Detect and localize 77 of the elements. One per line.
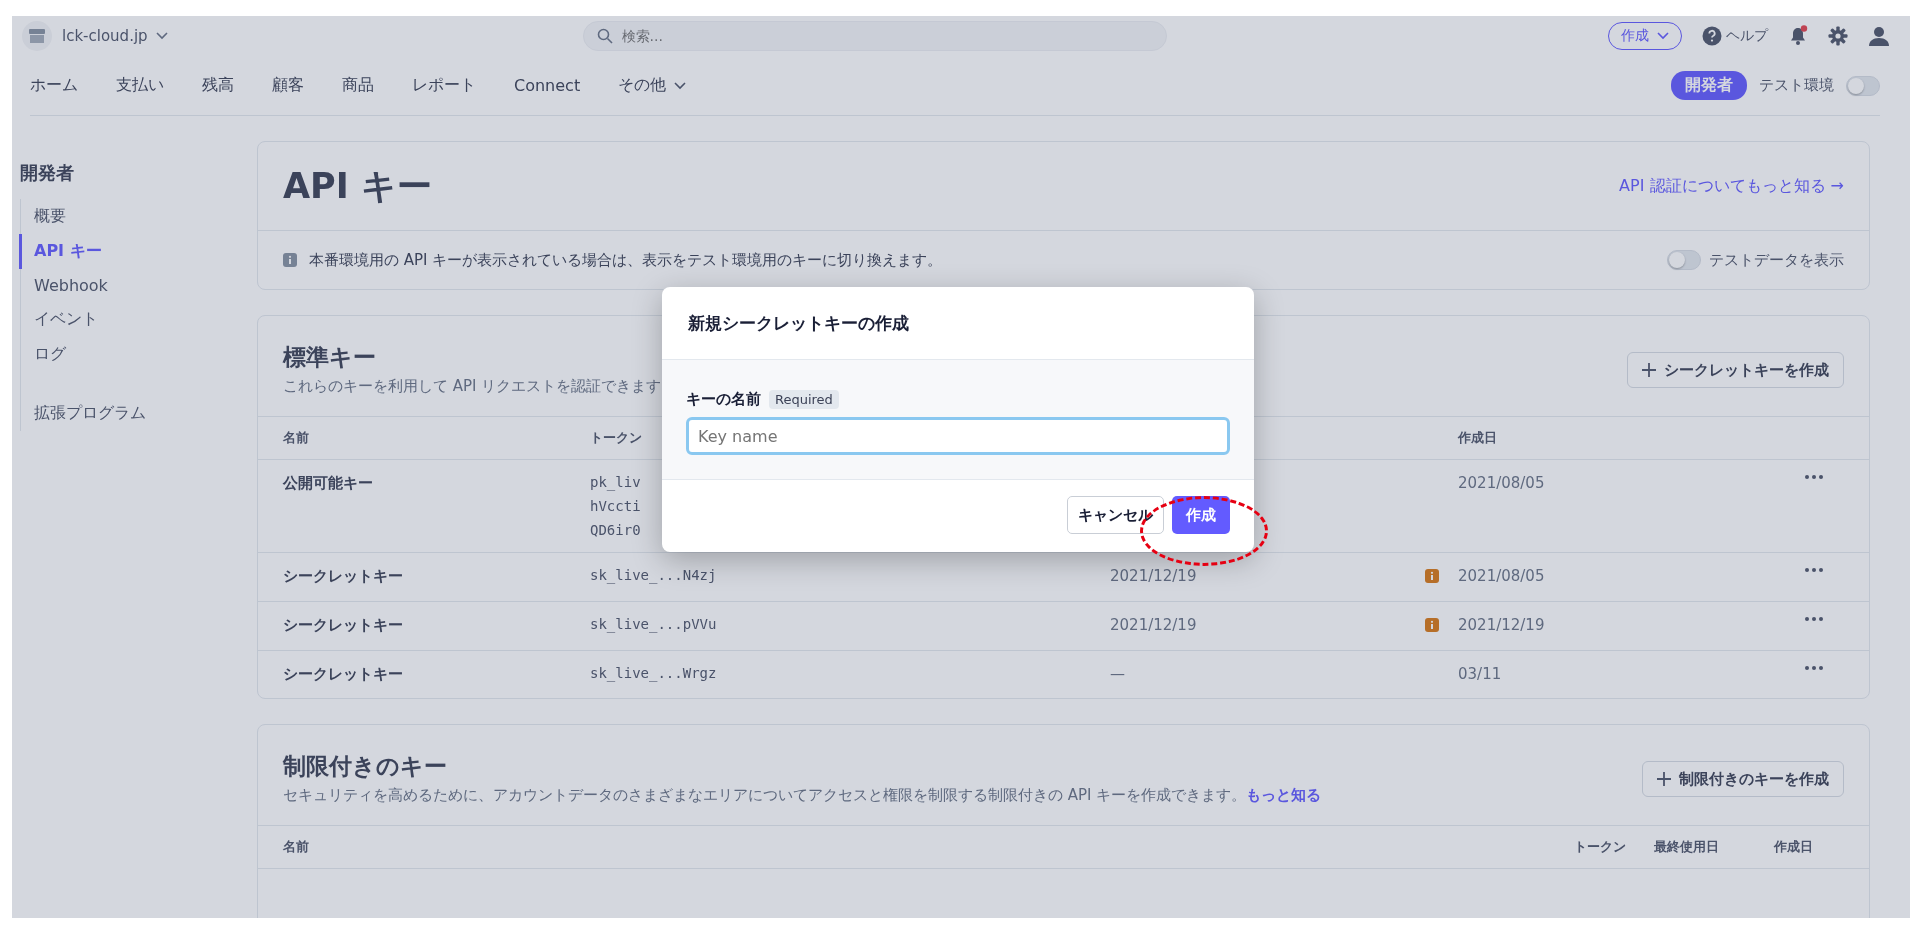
key-token: sk_live_...Wrgz (590, 665, 718, 681)
column-header: 作成日 (1774, 838, 1813, 856)
section-title: 制限付きのキー (283, 752, 448, 781)
created-date: 2021/12/19 (1458, 616, 1546, 634)
nav-link[interactable]: 顧客 (272, 75, 304, 96)
info-icon (283, 253, 297, 267)
learn-more-link[interactable]: もっと知る (1246, 786, 1322, 804)
nav-menu[interactable]: その他 (618, 75, 687, 96)
column-header: 作成日 (1458, 429, 1497, 447)
info-text: 本番環境用の API キーが表示されている場合は、表示をテスト環境用のキーに切り換えます。 (309, 250, 943, 270)
sidebar-item[interactable]: 概要 (19, 199, 257, 234)
nav-link[interactable]: レポート (412, 75, 476, 96)
bell-icon[interactable] (1788, 25, 1808, 47)
key-token: hVccti (590, 498, 642, 514)
nav-link[interactable]: 商品 (342, 75, 374, 96)
user-icon[interactable] (1868, 26, 1890, 46)
learn-more-link[interactable]: API 認証についてもっと知る → (1619, 175, 1844, 197)
search-field[interactable]: 検索... (582, 21, 1167, 51)
column-header: 最終使用日 (1654, 838, 1719, 856)
page-title: API キー (283, 164, 432, 208)
key-token: pk_liv (590, 474, 642, 490)
chevron-down-icon (674, 81, 687, 90)
key-name: シークレットキー (283, 665, 404, 684)
last-used-date: — (1110, 665, 1126, 683)
key-token: sk_live_...N4zj (590, 567, 718, 583)
toggle-switch[interactable] (1846, 75, 1880, 96)
store-icon (28, 28, 46, 44)
cancel-button[interactable]: キャンセル (1067, 496, 1164, 534)
created-date: 2021/08/05 (1458, 567, 1546, 585)
more-icon[interactable] (1804, 665, 1824, 671)
key-token: QD6ir0 (590, 522, 642, 538)
chevron-down-icon (1657, 32, 1669, 40)
last-used-date: 2021/12/19 (1110, 567, 1198, 585)
column-header: トークン (1574, 838, 1626, 856)
toggle-label: テストデータを表示 (1709, 250, 1844, 270)
create-key-button[interactable]: 制限付きのキーを作成 (1642, 761, 1844, 797)
last-used-date: 2021/12/19 (1110, 616, 1198, 634)
settings-icon[interactable] (1828, 26, 1848, 46)
sidebar-item[interactable]: イベント (19, 302, 257, 337)
column-header: トークン (590, 429, 642, 447)
nav-link[interactable]: 残高 (202, 75, 234, 96)
created-date: 03/11 (1458, 665, 1503, 683)
sidebar-item[interactable]: 拡張プログラム (19, 396, 257, 431)
account-switcher[interactable]: lck-cloud.jp (62, 27, 168, 45)
key-token: sk_live_...pVVu (590, 616, 718, 632)
field-label: キーの名前 (686, 390, 761, 409)
nav-link[interactable]: ホーム (30, 75, 78, 96)
column-header: 名前 (283, 838, 309, 856)
section-description: これらのキーを利用して API リクエストを認証できます (283, 377, 662, 396)
section-title: 標準キー (283, 343, 377, 372)
more-icon[interactable] (1804, 616, 1824, 622)
create-button[interactable]: 作成 (1172, 496, 1230, 534)
developers-button[interactable]: 開発者 (1671, 71, 1747, 100)
nav-link[interactable]: 支払い (116, 75, 164, 96)
create-key-button[interactable]: シークレットキーを作成 (1627, 352, 1844, 388)
key-name-field[interactable]: Key name (686, 417, 1230, 455)
section-description: セキュリティを高めるために、アカウントデータのさまざまなエリアについてアクセスと権限を制限する制限付きの API キーを作成できます。もっと知る (283, 786, 1322, 805)
column-header: 名前 (283, 429, 309, 447)
key-name: シークレットキー (283, 567, 404, 586)
help-link[interactable]: ヘルプ (1702, 26, 1768, 46)
more-icon[interactable] (1804, 474, 1824, 480)
toggle-label: テスト環境 (1759, 76, 1834, 95)
create-button[interactable]: 作成 (1608, 22, 1682, 50)
key-name: シークレットキー (283, 616, 404, 635)
chevron-down-icon (155, 32, 168, 40)
plus-icon (1657, 772, 1671, 786)
more-icon[interactable] (1804, 567, 1824, 573)
required-badge: Required (769, 390, 839, 409)
created-date: 2021/08/05 (1458, 474, 1546, 492)
sidebar-item[interactable]: Webhook (19, 269, 257, 302)
plus-icon (1642, 363, 1656, 377)
key-name: 公開可能キー (283, 474, 374, 493)
toggle-switch[interactable] (1667, 250, 1701, 270)
sidebar-title: 開発者 (20, 161, 75, 185)
help-icon (1702, 26, 1722, 46)
nav-link[interactable]: Connect (514, 76, 581, 95)
sidebar-item[interactable]: ログ (19, 337, 257, 372)
